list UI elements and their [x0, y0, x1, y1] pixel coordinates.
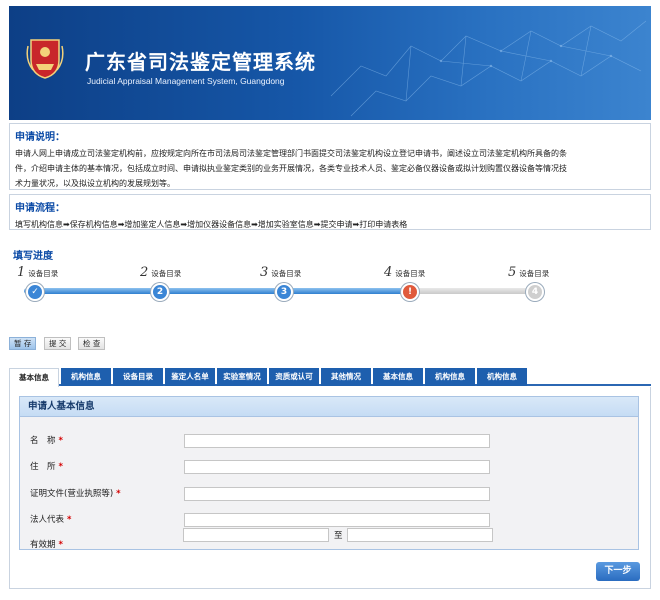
name-label: 名 称 *: [30, 436, 63, 446]
submit-button[interactable]: 提 交: [44, 337, 72, 350]
legal-rep-input[interactable]: [184, 513, 490, 527]
step-label-3: 3 设备目录: [260, 265, 302, 280]
header-banner: 广东省司法鉴定管理系统 Judicial Appraisal Managemen…: [9, 6, 651, 120]
step-label-5: 5 设备目录: [508, 265, 550, 280]
progress-track-complete: [24, 288, 410, 294]
required-mark: *: [58, 540, 63, 550]
step-label-4: 4 设备目录: [384, 265, 426, 280]
tab-lab-status[interactable]: 实验室情况: [217, 368, 267, 386]
step-3-marker[interactable]: 3: [275, 283, 293, 301]
justice-emblem-icon: [26, 39, 64, 79]
step-5-marker[interactable]: 4: [526, 283, 544, 301]
step-label-2: 2 设备目录: [140, 265, 182, 280]
required-mark: *: [58, 436, 63, 446]
step-1-check-icon[interactable]: ✓: [26, 283, 44, 301]
certificate-label: 证明文件(营业执照等) *: [30, 489, 121, 499]
step-4-warning-icon[interactable]: !: [401, 283, 419, 301]
process-text: 填写机构信息➡保存机构信息➡增加鉴定人信息➡增加仪器设备信息➡增加实验室信息➡提…: [15, 220, 408, 229]
system-title: 广东省司法鉴定管理系统: [85, 50, 316, 74]
tab-basic-info[interactable]: 基本信息: [9, 368, 59, 387]
instructions-box: 申请说明： 申请人网上申请成立司法鉴定机构前，应按规定向所在市司法局司法鉴定管理…: [9, 123, 651, 190]
legal-rep-label: 法人代表 *: [30, 515, 72, 525]
check-button[interactable]: 检 查: [78, 337, 106, 350]
form-panel: 申请人基本信息 名 称 * 住 所 * 证明文件(营业执照等) * 法人代表 * 有效期…: [9, 387, 651, 589]
applicant-info-form: 申请人基本信息 名 称 * 住 所 * 证明文件(营业执照等) * 法人代表 * 有效期…: [19, 396, 639, 550]
guangdong-map-graphic: [330, 20, 647, 117]
tab-appraiser-list[interactable]: 鉴定人名单: [165, 368, 215, 386]
process-title: 申请流程：: [15, 203, 65, 214]
tab-org-info-2[interactable]: 机构信息: [425, 368, 475, 386]
certificate-input[interactable]: [184, 487, 490, 501]
tab-org-info[interactable]: 机构信息: [61, 368, 111, 386]
instructions-line: 件，介绍申请主体的基本情况，包括成立时间、申请拟执业鉴定类别的业务开展情况，各类…: [15, 164, 567, 173]
instructions-title: 申请说明：: [15, 132, 65, 143]
instructions-line: 术力量状况，以及拟设立机构的发展规划等。: [15, 179, 175, 188]
tab-qualification[interactable]: 资质或认可: [269, 368, 319, 386]
tab-other[interactable]: 其他情况: [321, 368, 371, 386]
next-step-button[interactable]: 下一步: [596, 562, 640, 581]
form-title: 申请人基本信息: [20, 397, 638, 417]
process-box: 申请流程： 填写机构信息➡保存机构信息➡增加鉴定人信息➡增加仪器设备信息➡增加实…: [9, 194, 651, 230]
step-label-1: 1 设备目录: [17, 265, 59, 280]
name-input[interactable]: [184, 434, 490, 448]
tab-org-info-3[interactable]: 机构信息: [477, 368, 527, 386]
tab-basic-info-2[interactable]: 基本信息: [373, 368, 423, 386]
step-2-marker[interactable]: 2: [151, 283, 169, 301]
validity-separator: 至: [334, 531, 343, 541]
instructions-line: 申请人网上申请成立司法鉴定机构前，应按规定向所在市司法局司法鉴定管理部门书面提交…: [15, 149, 567, 158]
progress-title: 填写进度: [13, 251, 53, 262]
required-mark: *: [67, 515, 72, 525]
address-input[interactable]: [184, 460, 490, 474]
tab-equipment-list[interactable]: 设备目录: [113, 368, 163, 386]
progress-track-remaining: [410, 288, 538, 294]
required-mark: *: [116, 489, 121, 499]
save-draft-button[interactable]: 暂 存: [9, 337, 37, 350]
system-title-english: Judicial Appraisal Management System, Gu…: [87, 76, 285, 86]
required-mark: *: [58, 462, 63, 472]
validity-label: 有效期 *: [30, 540, 63, 550]
validity-to-input[interactable]: [347, 528, 493, 542]
address-label: 住 所 *: [30, 462, 63, 472]
validity-from-input[interactable]: [183, 528, 329, 542]
tab-bar: 基本信息 机构信息 设备目录 鉴定人名单 实验室情况 资质或认可 其他情况 基本…: [9, 368, 651, 387]
